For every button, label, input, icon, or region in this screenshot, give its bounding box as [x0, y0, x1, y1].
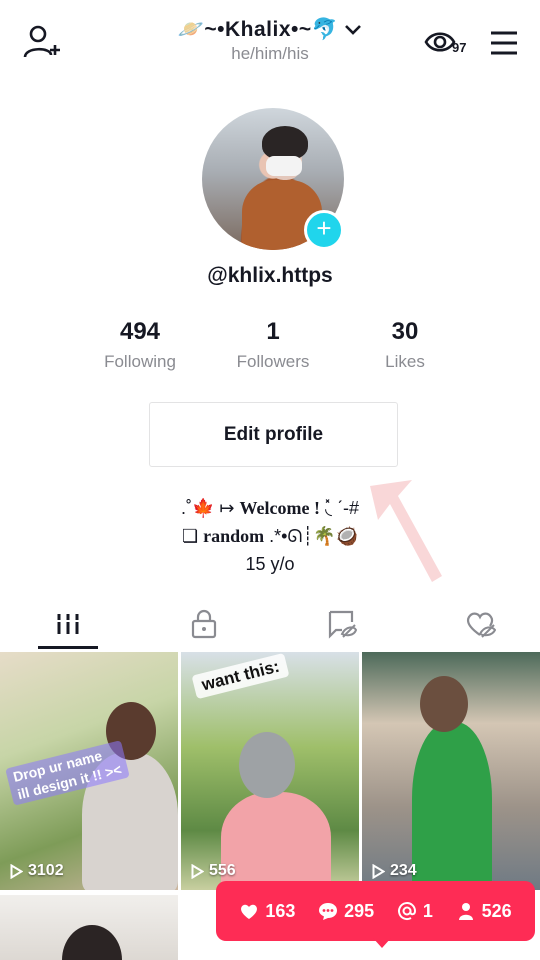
- stat-value: 494: [119, 318, 161, 345]
- notification-tail: [373, 938, 391, 948]
- notif-mentions: 1: [397, 901, 433, 922]
- thumb-figure-head: [420, 676, 468, 732]
- video-thumbnail[interactable]: [0, 895, 178, 960]
- stat-value: 30: [391, 318, 419, 345]
- video-sticker-text: want this:: [191, 652, 290, 700]
- edit-profile-button[interactable]: Edit profile: [149, 402, 398, 467]
- bio-text-bold: Welcome !: [239, 498, 320, 518]
- notif-likes-count: 163: [265, 900, 296, 921]
- bio-text-bold: random: [203, 526, 265, 546]
- video-views: 234: [372, 862, 417, 880]
- bio-text: ❏: [181, 526, 199, 546]
- pointer-arrow-icon: [370, 480, 442, 582]
- bio-text: .˚🍁 ↦: [181, 498, 235, 518]
- bio-line-3: 15 y/o: [245, 554, 295, 574]
- play-icon: [372, 863, 385, 879]
- notif-followers-count: 526: [481, 900, 512, 921]
- notif-comments: 295: [318, 901, 374, 922]
- view-count: 3102: [28, 862, 64, 879]
- stat-label: Likes: [385, 352, 425, 371]
- notif-comments-count: 295: [344, 900, 375, 921]
- tab-private-lock-icon[interactable]: [188, 608, 220, 640]
- profile-handle: @khlix.https: [207, 264, 333, 287]
- notif-likes: 163: [239, 901, 295, 922]
- bio: .˚🍁 ↦ Welcome ! ◟̽ ˊ-# ❏ random .*•ᘏ┊🌴🥥 …: [0, 494, 540, 578]
- comment-icon: [319, 903, 338, 920]
- stat-following[interactable]: 494 Following: [80, 318, 200, 372]
- view-count: 234: [390, 862, 417, 879]
- stat-value: 1: [266, 318, 280, 345]
- top-bar: 🪐~•Khalix•~🐬 he/him/his 97: [0, 0, 540, 90]
- video-views: 3102: [10, 862, 64, 880]
- bio-line-1: .˚🍁 ↦ Welcome ! ◟̽ ˊ-#: [0, 494, 540, 522]
- stat-followers[interactable]: 1 Followers: [213, 318, 333, 372]
- views-count: 97: [452, 40, 467, 55]
- stat-likes[interactable]: 30 Likes: [345, 318, 465, 372]
- video-thumbnail[interactable]: 234: [362, 652, 540, 890]
- tab-reposts-icon[interactable]: [326, 608, 358, 640]
- avatar-figure-hair: [262, 126, 308, 160]
- username[interactable]: 🪐~•Khalix•~🐬: [178, 18, 339, 42]
- add-photo-button[interactable]: +: [304, 210, 344, 250]
- play-icon: [191, 863, 204, 879]
- notif-followers: 526: [456, 901, 512, 922]
- profile-tabs: [0, 598, 540, 652]
- bio-line-2: ❏ random .*•ᘏ┊🌴🥥: [0, 522, 540, 550]
- stat-label: Following: [104, 352, 176, 371]
- menu-icon[interactable]: [489, 30, 519, 56]
- video-thumbnail[interactable]: Drop ur name ill design it !! >< 3102: [0, 652, 178, 890]
- notif-mentions-count: 1: [422, 900, 433, 921]
- bio-text: ◟̽ ˊ-#: [325, 498, 359, 518]
- thumb-figure-body: [221, 792, 331, 890]
- profile-views-button[interactable]: 97: [424, 28, 474, 60]
- view-count: 556: [209, 862, 236, 879]
- activity-notification-bubble[interactable]: 163 295 1 526: [216, 881, 535, 941]
- video-thumbnail[interactable]: want this: 556: [181, 652, 359, 890]
- active-tab-indicator: [38, 646, 98, 649]
- heart-icon: [241, 904, 258, 919]
- chevron-down-icon[interactable]: [344, 24, 362, 36]
- stat-label: Followers: [236, 352, 310, 371]
- avatar-figure-mask: [266, 156, 302, 176]
- bio-text: .*•ᘏ┊🌴🥥: [269, 526, 359, 546]
- thumb-figure-head: [62, 925, 122, 960]
- at-sign-icon: [397, 902, 416, 921]
- thumb-figure-body: [412, 722, 492, 890]
- tab-videos-grid-icon[interactable]: [52, 608, 84, 640]
- thumb-figure-head: [239, 732, 295, 798]
- tab-liked-heart-icon[interactable]: [464, 608, 496, 640]
- video-views: 556: [191, 862, 236, 880]
- play-icon: [10, 863, 23, 879]
- person-icon: [458, 903, 473, 920]
